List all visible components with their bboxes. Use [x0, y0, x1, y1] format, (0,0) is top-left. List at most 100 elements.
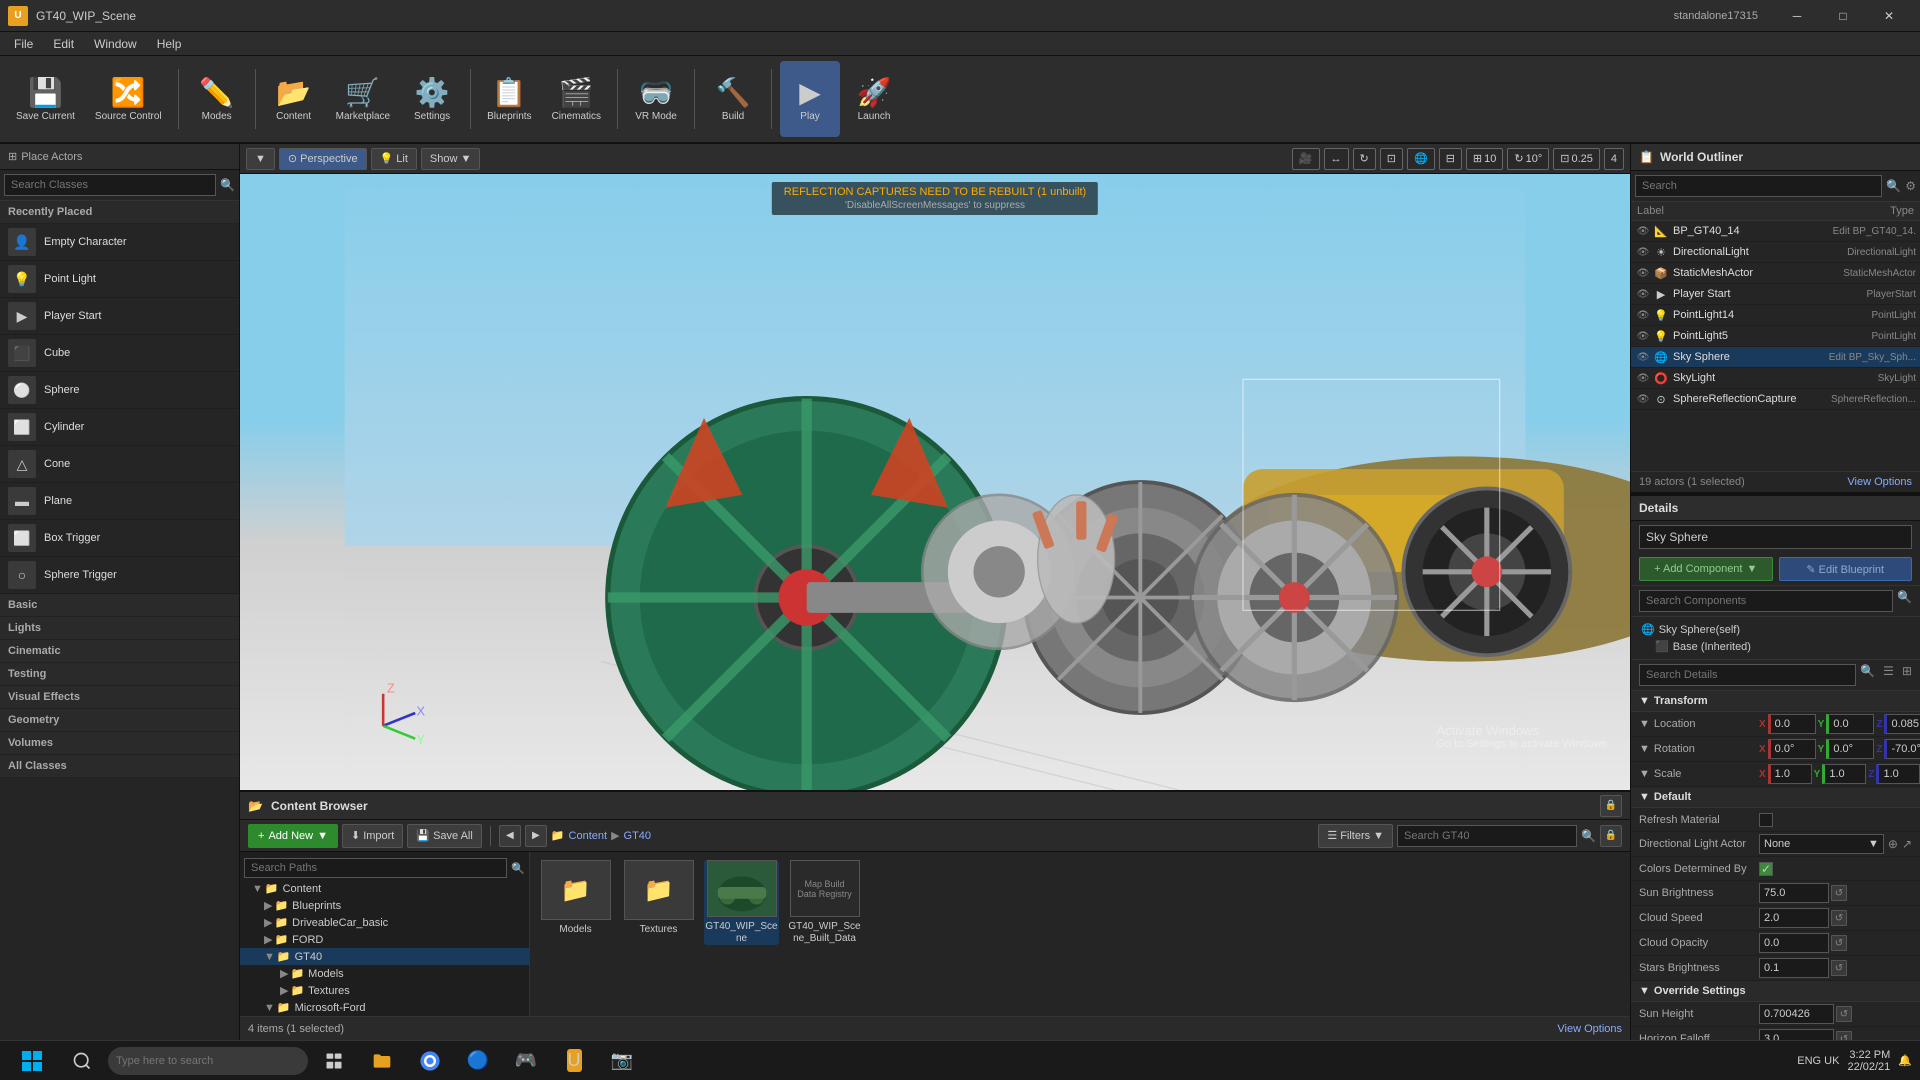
show-btn[interactable]: Show ▼ [421, 148, 480, 170]
add-new-button[interactable]: + Add New ▼ [248, 824, 338, 848]
save-all-button[interactable]: 💾 Save All [407, 824, 481, 848]
horizon-falloff-reset[interactable]: ↺ [1836, 1031, 1852, 1040]
visibility-icon[interactable]: 👁 [1635, 391, 1651, 407]
outliner-item-pointlight14[interactable]: 👁 💡 PointLight14 PointLight [1631, 305, 1920, 326]
menu-file[interactable]: File [4, 35, 43, 53]
world-local-btn[interactable]: 🌐 [1407, 148, 1435, 170]
taskbar-chrome[interactable] [408, 1043, 452, 1079]
category-basic-header[interactable]: Basic [0, 594, 239, 617]
tree-gt40-models[interactable]: ▶ 📁 Models [240, 965, 529, 982]
menu-edit[interactable]: Edit [43, 35, 84, 53]
horizon-falloff-input[interactable] [1759, 1029, 1834, 1040]
start-button[interactable] [8, 1043, 56, 1079]
outliner-options-icon[interactable]: ⚙ [1905, 179, 1916, 193]
actor-sphere-trigger[interactable]: ○ Sphere Trigger [0, 557, 239, 594]
scale-snap-btn[interactable]: ⊡ 0.25 [1553, 148, 1600, 170]
edit-blueprint-btn[interactable]: ✎ Edit Blueprint [1779, 557, 1913, 581]
taskbar-edge[interactable]: 🔵 [456, 1043, 500, 1079]
search-classes-input[interactable] [4, 174, 216, 196]
directional-light-dropdown[interactable]: None ▼ [1759, 834, 1884, 854]
category-volumes-header[interactable]: Volumes [0, 732, 239, 755]
nav-back-btn[interactable]: ◀ [499, 825, 521, 847]
breadcrumb-root[interactable]: Content [569, 830, 608, 842]
taskbar-search-input[interactable] [108, 1047, 308, 1075]
cloud-speed-reset[interactable]: ↺ [1831, 910, 1847, 926]
breadcrumb-child[interactable]: GT40 [624, 830, 652, 842]
rotation-snap-btn[interactable]: ↻ 10° [1507, 148, 1549, 170]
outliner-search-input[interactable] [1635, 175, 1882, 197]
build-button[interactable]: 🔨 Build [703, 61, 763, 137]
marketplace-button[interactable]: 🛒 Marketplace [328, 61, 398, 137]
outliner-item-sky-sphere[interactable]: 👁 🌐 Sky Sphere Edit BP_Sky_Sph... [1631, 347, 1920, 368]
rotation-x-input[interactable] [1768, 739, 1816, 759]
visibility-icon[interactable]: 👁 [1635, 307, 1651, 323]
thumb-models[interactable]: 📁 Models [538, 860, 613, 945]
transform-translate-btn[interactable]: ↔ [1324, 148, 1349, 170]
viewport-menu-btn[interactable]: ▼ [246, 148, 275, 170]
actor-cylinder[interactable]: ⬜ Cylinder [0, 409, 239, 446]
lit-btn[interactable]: 💡 Lit [371, 148, 417, 170]
visibility-icon[interactable]: 👁 [1635, 244, 1651, 260]
unlock-btn[interactable]: 🔒 [1600, 795, 1622, 817]
tree-content[interactable]: ▼ 📁 Content [240, 880, 529, 897]
blueprints-button[interactable]: 📋 Blueprints [479, 61, 539, 137]
thumb-gt40-scene[interactable]: GT40_WIP_Scene [704, 860, 779, 945]
view-options-btn[interactable]: View Options [1557, 1023, 1622, 1035]
sun-brightness-input[interactable] [1759, 883, 1829, 903]
scale-arrow[interactable]: ▼ [1639, 768, 1650, 780]
source-control-button[interactable]: 🔀 Source Control [87, 61, 170, 137]
outliner-item-sphere-reflection[interactable]: 👁 ⊙ SphereReflectionCapture SphereReflec… [1631, 389, 1920, 410]
transform-scale-btn[interactable]: ⊡ [1380, 148, 1403, 170]
tree-microsoft-ford[interactable]: ▼ 📁 Microsoft-Ford [240, 999, 529, 1016]
outliner-item-player-start[interactable]: 👁 ▶ Player Start PlayerStart [1631, 284, 1920, 305]
actor-empty-character[interactable]: 👤 Empty Character [0, 224, 239, 261]
rotation-y-input[interactable] [1826, 739, 1874, 759]
search-components-input[interactable] [1639, 590, 1893, 612]
outliner-item-static-mesh[interactable]: 👁 📦 StaticMeshActor StaticMeshActor [1631, 263, 1920, 284]
maximize-button[interactable]: □ [1820, 0, 1866, 32]
actor-cube[interactable]: ⬛ Cube [0, 335, 239, 372]
grid-snap-btn[interactable]: ⊞ 10 [1466, 148, 1503, 170]
colors-determined-checkbox[interactable]: ✓ [1759, 862, 1773, 876]
taskbar-search[interactable] [60, 1043, 104, 1079]
actor-box-trigger[interactable]: ⬜ Box Trigger [0, 520, 239, 557]
cloud-speed-input[interactable] [1759, 908, 1829, 928]
search-details-input[interactable] [1639, 664, 1856, 686]
lock-search-btn[interactable]: 🔒 [1600, 825, 1622, 847]
browse-actor-icon[interactable]: ↗ [1902, 837, 1912, 851]
camera-speed-btn[interactable]: 🎥 [1292, 148, 1320, 170]
component-name-input[interactable] [1639, 525, 1912, 549]
scale-x-input[interactable] [1768, 764, 1812, 784]
add-component-btn[interactable]: + Add Component ▼ [1639, 557, 1773, 581]
modes-button[interactable]: ✏️ Modes [187, 61, 247, 137]
view-options-link[interactable]: View Options [1847, 476, 1912, 488]
taskbar-app2[interactable]: 📷 [600, 1043, 644, 1079]
thumb-gt40-built-data[interactable]: Map Build Data Registry GT40_WIP_Scene_B… [787, 860, 862, 945]
scale-z-input[interactable] [1876, 764, 1920, 784]
visibility-icon[interactable]: 👁 [1635, 328, 1651, 344]
outliner-item-skylight[interactable]: 👁 ⭕ SkyLight SkyLight [1631, 368, 1920, 389]
category-geometry-header[interactable]: Geometry [0, 709, 239, 732]
tree-gt40[interactable]: ▼ 📁 GT40 [240, 948, 529, 965]
content-search-input[interactable] [1397, 825, 1577, 847]
launch-button[interactable]: 🚀 Launch [844, 61, 904, 137]
close-button[interactable]: ✕ [1866, 0, 1912, 32]
taskbar-app1[interactable]: 🎮 [504, 1043, 548, 1079]
location-x-input[interactable] [1768, 714, 1816, 734]
cloud-opacity-input[interactable] [1759, 933, 1829, 953]
tree-ford[interactable]: ▶ 📁 FORD [240, 931, 529, 948]
sun-height-input[interactable] [1759, 1004, 1834, 1024]
location-z-input[interactable] [1884, 714, 1920, 734]
stars-brightness-input[interactable] [1759, 958, 1829, 978]
taskbar-task-view[interactable] [312, 1043, 356, 1079]
viewport-size-btn[interactable]: 4 [1604, 148, 1624, 170]
outliner-item-bp-gt40[interactable]: 👁 📐 BP_GT40_14 Edit BP_GT40_14. [1631, 221, 1920, 242]
actor-plane[interactable]: ▬ Plane [0, 483, 239, 520]
import-button[interactable]: ⬇ Import [342, 824, 403, 848]
outliner-item-directional-light[interactable]: 👁 ☀ DirectionalLight DirectionalLight [1631, 242, 1920, 263]
visibility-icon[interactable]: 👁 [1635, 286, 1651, 302]
surface-snap-btn[interactable]: ⊟ [1439, 148, 1462, 170]
actor-sphere[interactable]: ⚪ Sphere [0, 372, 239, 409]
actor-player-start[interactable]: ▶ Player Start [0, 298, 239, 335]
pick-actor-icon[interactable]: ⊕ [1888, 837, 1898, 851]
